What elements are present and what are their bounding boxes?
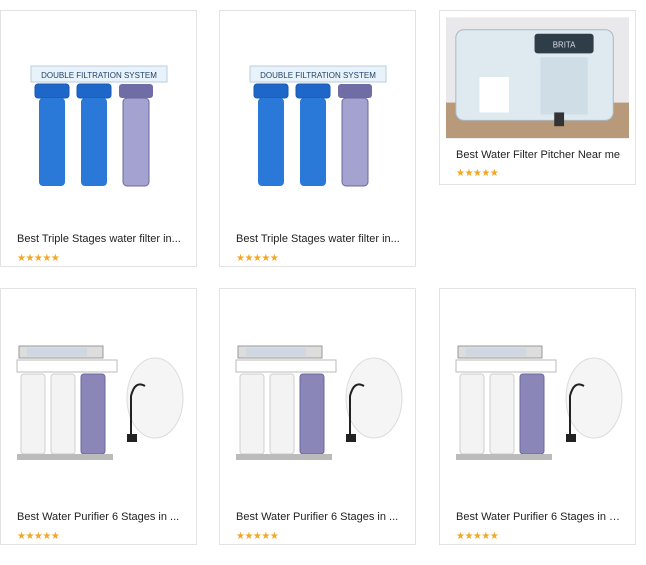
star-rating: ★★★★★ (236, 253, 279, 264)
product-title[interactable]: Best Water Filter Pitcher Near me (456, 149, 621, 161)
product-image[interactable] (7, 319, 190, 489)
star-rating: ★★★★★ (17, 253, 60, 264)
product-title[interactable]: Best Water Purifier 6 Stages in ... (236, 511, 401, 523)
star-rating: ★★★★★ (17, 531, 60, 542)
product-image[interactable]: BRITA (446, 17, 629, 139)
product-title[interactable]: Best Water Purifier 6 Stages in J... (456, 511, 621, 523)
product-image[interactable] (226, 319, 409, 489)
product-image[interactable] (446, 319, 629, 489)
product-card[interactable]: DOUBLE FILTRATION SYSTEM Best Triple Sta… (219, 10, 416, 267)
product-card[interactable]: BRITA Best Water Filter Pitcher Near me … (439, 10, 636, 185)
product-title[interactable]: Best Triple Stages water filter in... (17, 233, 182, 245)
star-rating: ★★★★★ (456, 531, 499, 542)
product-card[interactable]: Best Water Purifier 6 Stages in ... ★★★★… (0, 288, 197, 545)
svg-text:BRITA: BRITA (553, 41, 576, 50)
product-image[interactable]: DOUBLE FILTRATION SYSTEM (226, 41, 409, 211)
product-title[interactable]: Best Triple Stages water filter in... (236, 233, 401, 245)
svg-text:DOUBLE FILTRATION SYSTEM: DOUBLE FILTRATION SYSTEM (260, 71, 376, 80)
product-card[interactable]: Best Water Purifier 6 Stages in J... ★★★… (439, 288, 636, 545)
product-title[interactable]: Best Water Purifier 6 Stages in ... (17, 511, 182, 523)
product-card[interactable]: Best Water Purifier 6 Stages in ... ★★★★… (219, 288, 416, 545)
product-card[interactable]: DOUBLE FILTRATION SYSTEM Best Triple Sta… (0, 10, 197, 267)
star-rating: ★★★★★ (456, 168, 499, 179)
svg-text:DOUBLE FILTRATION SYSTEM: DOUBLE FILTRATION SYSTEM (41, 71, 157, 80)
star-rating: ★★★★★ (236, 531, 279, 542)
product-image[interactable]: DOUBLE FILTRATION SYSTEM (7, 41, 190, 211)
